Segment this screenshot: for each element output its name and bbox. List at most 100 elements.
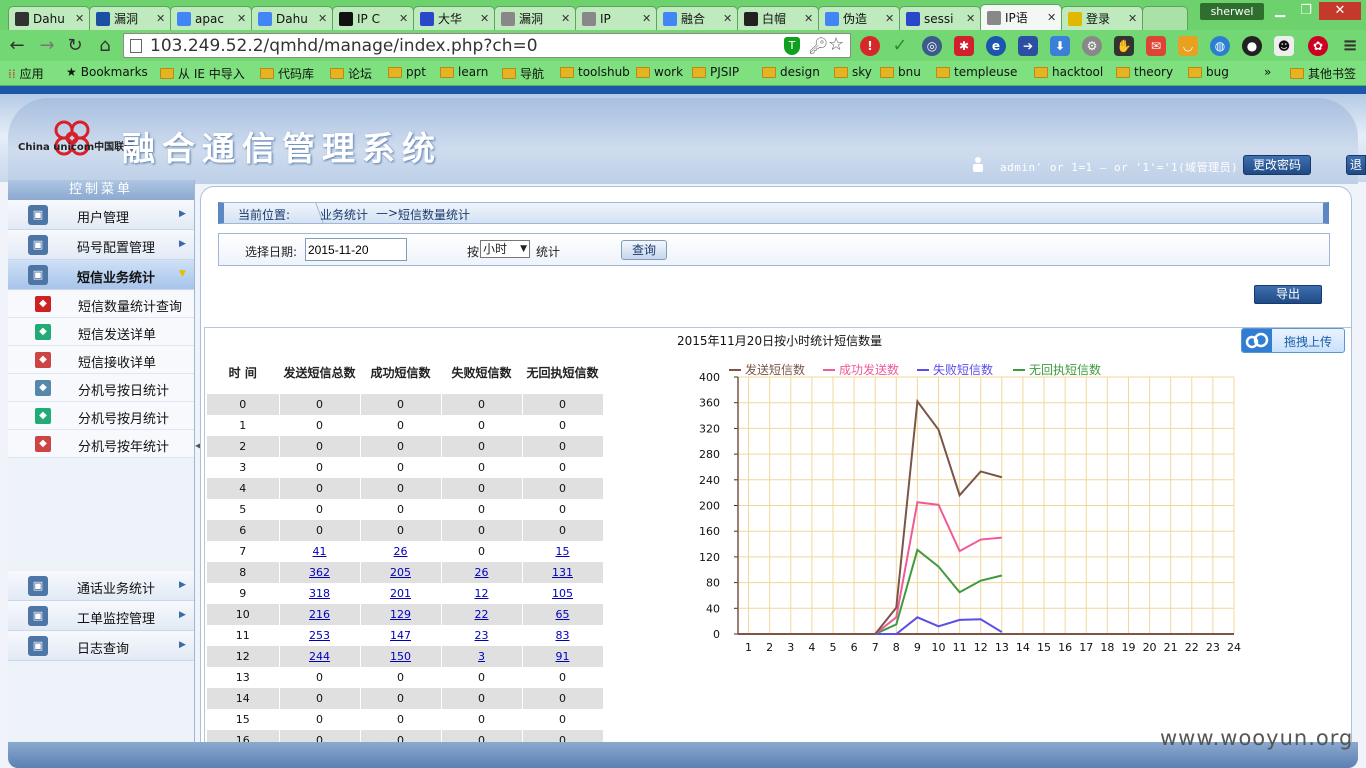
browser-tab[interactable]: IP C ✕ bbox=[332, 6, 414, 30]
browser-tab[interactable]: 白帽 ✕ bbox=[737, 6, 819, 30]
browser-tab[interactable]: 登录 ✕ bbox=[1061, 6, 1143, 30]
restore-icon[interactable]: ❐ bbox=[1293, 2, 1319, 20]
hand-extension-icon[interactable]: ✋ bbox=[1114, 36, 1134, 56]
count-link[interactable]: 216 bbox=[309, 608, 330, 621]
bookmark-folder[interactable]: ppt bbox=[388, 65, 426, 79]
menu-number-config[interactable]: ▣ 码号配置管理 ▶ bbox=[8, 230, 194, 260]
bookmark-folder[interactable]: 导航 bbox=[502, 65, 544, 82]
bookmark-star-icon[interactable]: ☆ bbox=[828, 34, 844, 55]
count-link[interactable]: 147 bbox=[390, 629, 411, 642]
count-link[interactable]: 244 bbox=[309, 650, 330, 663]
browser-tab[interactable]: IP语 ✕ bbox=[980, 4, 1062, 30]
drag-upload-widget[interactable]: 拖拽上传 bbox=[1241, 328, 1345, 353]
tab-close-icon[interactable]: ✕ bbox=[561, 12, 571, 25]
bookmark-star[interactable]: ★ Bookmarks bbox=[66, 65, 148, 79]
count-link[interactable]: 205 bbox=[390, 566, 411, 579]
download-extension-icon[interactable]: ⬇ bbox=[1050, 36, 1070, 56]
date-input[interactable] bbox=[305, 238, 407, 261]
count-link[interactable]: 129 bbox=[390, 608, 411, 621]
tab-close-icon[interactable]: ✕ bbox=[966, 12, 976, 25]
shield-extension-icon[interactable]: T bbox=[784, 37, 800, 55]
bookmark-folder[interactable]: bnu bbox=[880, 65, 921, 79]
menu-ticket-monitor[interactable]: ▣ 工单监控管理 ▶ bbox=[8, 601, 194, 631]
count-link[interactable]: 253 bbox=[309, 629, 330, 642]
count-link[interactable]: 150 bbox=[390, 650, 411, 663]
export-button[interactable]: 导出 bbox=[1254, 285, 1322, 304]
menu-user-manage[interactable]: ▣ 用户管理 ▶ bbox=[8, 200, 194, 230]
count-link[interactable]: 318 bbox=[309, 587, 330, 600]
bookmark-folder[interactable]: templeuse bbox=[936, 65, 1017, 79]
bookmark-apps[interactable]: ⁞⁞ 应用 bbox=[8, 65, 44, 82]
bowl-extension-icon[interactable]: ◡ bbox=[1178, 36, 1198, 56]
address-bar[interactable]: 103.249.52.2/qmhd/manage/index.php?ch=0 … bbox=[123, 33, 851, 58]
check-extension-icon[interactable]: ✓ bbox=[890, 36, 910, 56]
count-link[interactable]: 105 bbox=[552, 587, 573, 600]
stop-extension-icon[interactable]: ! bbox=[860, 36, 880, 56]
url-text[interactable]: 103.249.52.2/qmhd/manage/index.php?ch=0 bbox=[150, 36, 538, 56]
count-link[interactable]: 65 bbox=[556, 608, 570, 621]
bookmark-folder[interactable]: design bbox=[762, 65, 820, 79]
tab-close-icon[interactable]: ✕ bbox=[318, 12, 328, 25]
tab-close-icon[interactable]: ✕ bbox=[156, 12, 166, 25]
submenu-item[interactable]: ◆ 短信数量统计查询 bbox=[8, 290, 194, 318]
other-bookmarks-folder[interactable]: 其他书签 bbox=[1290, 65, 1356, 82]
e-extension-icon[interactable]: e bbox=[986, 36, 1006, 56]
browser-tab[interactable]: sessi ✕ bbox=[899, 6, 981, 30]
bookmark-folder[interactable]: bug bbox=[1188, 65, 1229, 79]
submenu-item[interactable]: ◆ 分机号按日统计 bbox=[8, 374, 194, 402]
count-link[interactable]: 83 bbox=[556, 629, 570, 642]
bookmarks-overflow-icon[interactable]: » bbox=[1264, 65, 1271, 79]
count-link[interactable]: 41 bbox=[313, 545, 327, 558]
browser-tab[interactable]: Dahu ✕ bbox=[251, 6, 333, 30]
submenu-item[interactable]: ◆ 分机号按年统计 bbox=[8, 430, 194, 458]
forward-arrow-icon[interactable]: → bbox=[36, 35, 58, 57]
breadcrumb-item-sms-stats[interactable]: 短信数量统计 bbox=[398, 206, 470, 223]
menu-icon[interactable]: ≡ bbox=[1340, 36, 1360, 56]
minimize-icon[interactable]: ▁ bbox=[1267, 2, 1293, 20]
bookmark-folder[interactable]: PJSIP bbox=[692, 65, 739, 79]
submenu-item[interactable]: ◆ 短信接收详单 bbox=[8, 346, 194, 374]
window-close-icon[interactable]: ✕ bbox=[1319, 2, 1361, 20]
count-link[interactable]: 26 bbox=[475, 566, 489, 579]
tab-close-icon[interactable]: ✕ bbox=[1128, 12, 1138, 25]
key-icon[interactable]: 🔑︎ bbox=[808, 36, 828, 55]
count-link[interactable]: 362 bbox=[309, 566, 330, 579]
count-link[interactable]: 22 bbox=[475, 608, 489, 621]
mask-extension-icon[interactable]: ☻ bbox=[1274, 36, 1294, 56]
count-link[interactable]: 201 bbox=[390, 587, 411, 600]
bookmark-folder[interactable]: sky bbox=[834, 65, 872, 79]
bookmark-folder[interactable]: hacktool bbox=[1034, 65, 1103, 79]
browser-tab[interactable]: 大华 ✕ bbox=[413, 6, 495, 30]
change-password-button[interactable]: 更改密码 bbox=[1243, 155, 1311, 175]
tab-close-icon[interactable]: ✕ bbox=[399, 12, 409, 25]
browser-tab[interactable]: 融合 ✕ bbox=[656, 6, 738, 30]
count-link[interactable]: 131 bbox=[552, 566, 573, 579]
circle-extension-icon[interactable]: ◎ bbox=[922, 36, 942, 56]
tab-close-icon[interactable]: ✕ bbox=[1047, 11, 1057, 24]
bookmark-folder[interactable]: 论坛 bbox=[330, 65, 372, 82]
cluster-extension-icon[interactable]: ✿ bbox=[1308, 36, 1328, 56]
count-link[interactable]: 91 bbox=[556, 650, 570, 663]
count-link[interactable]: 26 bbox=[394, 545, 408, 558]
bookmark-folder[interactable]: toolshub bbox=[560, 65, 630, 79]
submenu-item[interactable]: ◆ 短信发送详单 bbox=[8, 318, 194, 346]
count-link[interactable]: 12 bbox=[475, 587, 489, 600]
browser-tab[interactable]: apac ✕ bbox=[170, 6, 252, 30]
menu-call-stats[interactable]: ▣ 通话业务统计 ▶ bbox=[8, 571, 194, 601]
query-button[interactable]: 查询 bbox=[621, 240, 667, 260]
count-link[interactable]: 23 bbox=[475, 629, 489, 642]
tab-close-icon[interactable]: ✕ bbox=[237, 12, 247, 25]
submenu-item[interactable]: ◆ 分机号按月统计 bbox=[8, 402, 194, 430]
logout-button[interactable]: 退 bbox=[1346, 155, 1366, 175]
globe-extension-icon[interactable]: ◍ bbox=[1210, 36, 1230, 56]
menu-sms-stats[interactable]: ▣ 短信业务统计 ▼ bbox=[8, 260, 194, 290]
home-icon[interactable]: ⌂ bbox=[94, 35, 116, 57]
bookmark-folder[interactable]: work bbox=[636, 65, 683, 79]
menu-log-query[interactable]: ▣ 日志查询 ▶ bbox=[8, 631, 194, 661]
bookmark-folder[interactable]: 从 IE 中导入 bbox=[160, 65, 245, 82]
browser-tab[interactable]: IP ✕ bbox=[575, 6, 657, 30]
arrow-extension-icon[interactable]: ➔ bbox=[1018, 36, 1038, 56]
count-link[interactable]: 15 bbox=[556, 545, 570, 558]
new-tab-button[interactable] bbox=[1142, 6, 1188, 30]
tab-close-icon[interactable]: ✕ bbox=[885, 12, 895, 25]
